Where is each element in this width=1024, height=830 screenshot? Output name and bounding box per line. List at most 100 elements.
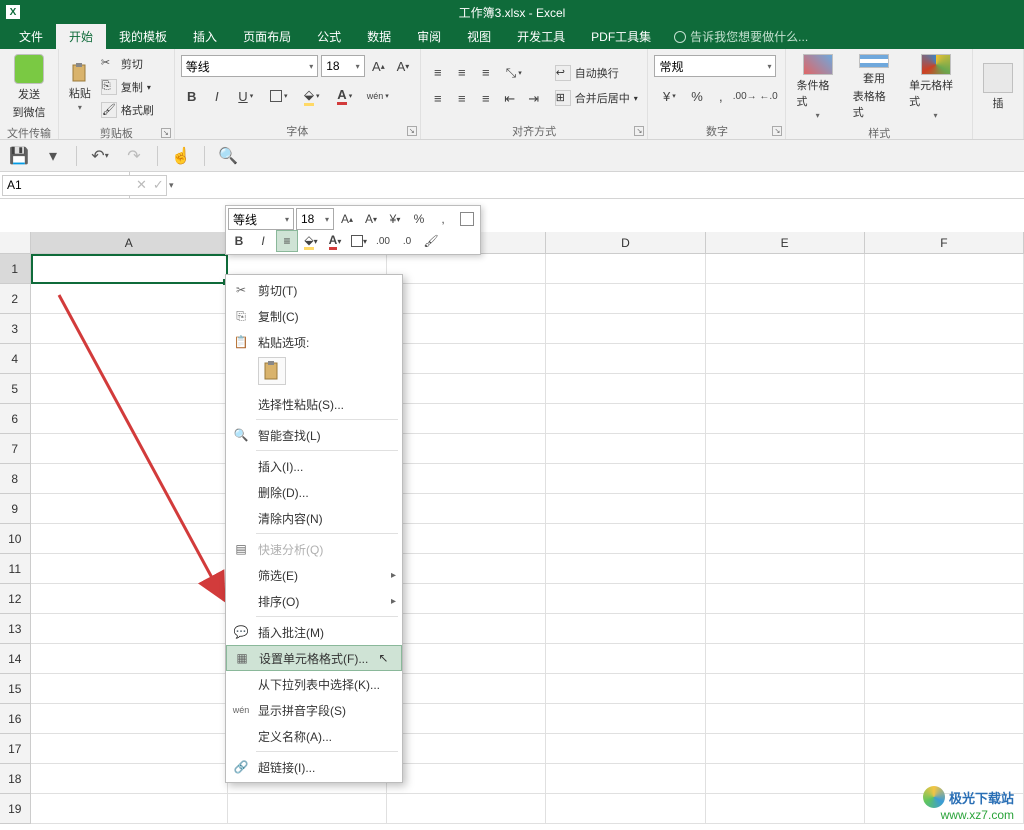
- row-header[interactable]: 1: [0, 254, 31, 284]
- col-header-D[interactable]: D: [546, 232, 705, 253]
- mini-accounting[interactable]: ¥▾: [384, 208, 406, 230]
- mini-italic[interactable]: I: [252, 230, 274, 252]
- cell[interactable]: [706, 674, 865, 704]
- cell[interactable]: [31, 314, 228, 344]
- number-launcher[interactable]: ↘: [772, 126, 782, 136]
- cell[interactable]: [546, 434, 705, 464]
- col-header-F[interactable]: F: [865, 232, 1024, 253]
- spreadsheet-grid[interactable]: A B C D E F 1234567891011121314151617181…: [0, 232, 1024, 830]
- cell[interactable]: [706, 794, 865, 824]
- cell[interactable]: [387, 464, 546, 494]
- tab-insert[interactable]: 插入: [180, 24, 230, 49]
- cell[interactable]: [706, 404, 865, 434]
- cell[interactable]: [706, 644, 865, 674]
- cell[interactable]: [31, 704, 228, 734]
- cell[interactable]: [706, 704, 865, 734]
- row-header[interactable]: 6: [0, 404, 31, 434]
- select-all-corner[interactable]: [0, 232, 31, 253]
- touch-mode-button[interactable]: ☝: [170, 145, 192, 167]
- row-header[interactable]: 12: [0, 584, 31, 614]
- redo-button[interactable]: ↷: [123, 145, 145, 167]
- cm-delete[interactable]: 删除(D)...: [226, 479, 402, 505]
- tab-pdftools[interactable]: PDF工具集: [578, 24, 664, 49]
- row-header[interactable]: 10: [0, 524, 31, 554]
- align-right-button[interactable]: ≡: [475, 88, 497, 110]
- tab-review[interactable]: 审阅: [404, 24, 454, 49]
- cut-button[interactable]: ✂剪切: [99, 54, 156, 75]
- tab-home[interactable]: 开始: [56, 24, 106, 49]
- cancel-formula-button[interactable]: ✕: [136, 177, 147, 193]
- cm-pick-from-list[interactable]: 从下拉列表中选择(K)...: [226, 671, 402, 697]
- cell[interactable]: [31, 584, 228, 614]
- mini-dec-decimal[interactable]: .0: [396, 230, 418, 252]
- increase-indent-button[interactable]: ⇥: [523, 88, 545, 110]
- cell[interactable]: [706, 284, 865, 314]
- cell[interactable]: [546, 584, 705, 614]
- row-header[interactable]: 18: [0, 764, 31, 794]
- cell[interactable]: [387, 524, 546, 554]
- cell[interactable]: [387, 764, 546, 794]
- cm-hyperlink[interactable]: 🔗超链接(I)...: [226, 754, 402, 780]
- cell[interactable]: [706, 764, 865, 794]
- cm-insert-comment[interactable]: 💬插入批注(M): [226, 619, 402, 645]
- font-size-combo[interactable]: 18▾: [321, 55, 364, 77]
- cell[interactable]: [387, 704, 546, 734]
- fill-color-button[interactable]: ⬙▾: [297, 85, 327, 107]
- mini-bold[interactable]: B: [228, 230, 250, 252]
- cell[interactable]: [865, 464, 1024, 494]
- row-header[interactable]: 14: [0, 644, 31, 674]
- cell[interactable]: [865, 404, 1024, 434]
- cell[interactable]: [546, 704, 705, 734]
- cell[interactable]: [865, 284, 1024, 314]
- cell[interactable]: [865, 494, 1024, 524]
- cell[interactable]: [865, 644, 1024, 674]
- increase-font-button[interactable]: A▴: [368, 55, 390, 77]
- paste-button[interactable]: 粘贴 ▾: [65, 52, 95, 122]
- qat-custom-button[interactable]: ▾: [42, 145, 64, 167]
- align-bottom-button[interactable]: ≡: [475, 62, 497, 84]
- tell-me-search[interactable]: 告诉我您想要做什么...: [674, 24, 808, 49]
- cell[interactable]: [387, 554, 546, 584]
- cell[interactable]: [31, 644, 228, 674]
- cell[interactable]: [387, 734, 546, 764]
- cell[interactable]: [706, 584, 865, 614]
- cell[interactable]: [387, 614, 546, 644]
- cell[interactable]: [706, 734, 865, 764]
- cell[interactable]: [546, 284, 705, 314]
- cm-clear[interactable]: 清除内容(N): [226, 505, 402, 531]
- decrease-indent-button[interactable]: ⇤: [499, 88, 521, 110]
- cell[interactable]: [546, 464, 705, 494]
- col-header-E[interactable]: E: [706, 232, 865, 253]
- cell[interactable]: [31, 254, 228, 284]
- table-format-button[interactable]: 套用 表格格式: [849, 52, 899, 122]
- cm-sort[interactable]: 排序(O)▸: [226, 588, 402, 614]
- print-preview-button[interactable]: 🔍: [217, 145, 239, 167]
- cell[interactable]: [865, 584, 1024, 614]
- font-color-button[interactable]: A▾: [330, 85, 360, 107]
- row-header[interactable]: 3: [0, 314, 31, 344]
- cell[interactable]: [706, 554, 865, 584]
- row-header[interactable]: 4: [0, 344, 31, 374]
- cm-smart-lookup[interactable]: 🔍智能查找(L): [226, 422, 402, 448]
- row-header[interactable]: 15: [0, 674, 31, 704]
- cell[interactable]: [706, 494, 865, 524]
- cell[interactable]: [31, 284, 228, 314]
- cell[interactable]: [387, 404, 546, 434]
- cell[interactable]: [865, 254, 1024, 284]
- pinyin-button[interactable]: wén▾: [363, 85, 393, 107]
- mini-size-combo[interactable]: 18▾: [296, 208, 334, 230]
- underline-button[interactable]: U▾: [231, 85, 261, 107]
- enter-formula-button[interactable]: ✓: [153, 177, 164, 193]
- cm-show-pinyin[interactable]: wén显示拼音字段(S): [226, 697, 402, 723]
- cell[interactable]: [31, 374, 228, 404]
- tab-formulas[interactable]: 公式: [304, 24, 354, 49]
- cell[interactable]: [865, 314, 1024, 344]
- cell[interactable]: [31, 344, 228, 374]
- conditional-format-button[interactable]: 条件格式▾: [792, 52, 842, 122]
- cell[interactable]: [387, 584, 546, 614]
- italic-button[interactable]: I: [206, 85, 228, 107]
- mini-percent[interactable]: %: [408, 208, 430, 230]
- cell[interactable]: [546, 794, 705, 824]
- cell[interactable]: [387, 284, 546, 314]
- cm-paste-button[interactable]: [258, 357, 286, 385]
